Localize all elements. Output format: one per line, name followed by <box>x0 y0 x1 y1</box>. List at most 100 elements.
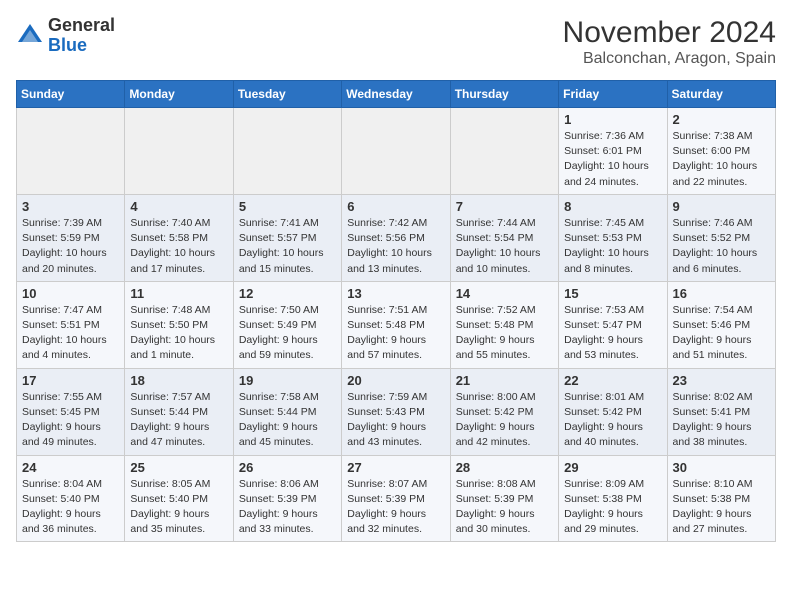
calendar-cell: 2 Sunrise: 7:38 AMSunset: 6:00 PMDaylight… <box>667 108 775 195</box>
calendar-cell: 25 Sunrise: 8:05 AMSunset: 5:40 PMDayligh… <box>125 455 233 542</box>
day-info: Sunrise: 8:10 AMSunset: 5:38 PMDaylight:… <box>673 477 770 538</box>
calendar-cell: 30 Sunrise: 8:10 AMSunset: 5:38 PMDayligh… <box>667 455 775 542</box>
calendar-cell: 13 Sunrise: 7:51 AMSunset: 5:48 PMDayligh… <box>342 281 450 368</box>
day-number: 15 <box>564 286 661 301</box>
calendar-cell: 23Sunrise: 8:02 AMSunset: 5:41 PMDayligh… <box>667 368 775 455</box>
day-number: 19 <box>239 373 336 388</box>
calendar-week-row: 10 Sunrise: 7:47 AMSunset: 5:51 PMDayligh… <box>17 281 776 368</box>
day-number: 16 <box>673 286 770 301</box>
calendar-cell: 11Sunrise: 7:48 AMSunset: 5:50 PMDayligh… <box>125 281 233 368</box>
day-info: Sunrise: 7:46 AMSunset: 5:52 PMDaylight:… <box>673 216 770 277</box>
day-info: Sunrise: 8:09 AMSunset: 5:38 PMDaylight:… <box>564 477 661 538</box>
day-number: 5 <box>239 199 336 214</box>
calendar-cell: 7Sunrise: 7:44 AMSunset: 5:54 PMDaylight… <box>450 194 558 281</box>
calendar-cell <box>17 108 125 195</box>
calendar-cell: 24Sunrise: 8:04 AMSunset: 5:40 PMDayligh… <box>17 455 125 542</box>
calendar-header: SundayMondayTuesdayWednesdayThursdayFrid… <box>17 81 776 108</box>
day-info: Sunrise: 7:45 AMSunset: 5:53 PMDaylight:… <box>564 216 661 277</box>
day-number: 28 <box>456 460 553 475</box>
logo-text: General Blue <box>48 16 115 56</box>
day-number: 11 <box>130 286 227 301</box>
calendar-cell: 6 Sunrise: 7:42 AMSunset: 5:56 PMDaylight… <box>342 194 450 281</box>
day-number: 6 <box>347 199 444 214</box>
day-info: Sunrise: 7:59 AMSunset: 5:43 PMDaylight:… <box>347 390 444 451</box>
day-number: 17 <box>22 373 119 388</box>
day-number: 3 <box>22 199 119 214</box>
day-number: 21 <box>456 373 553 388</box>
weekday-header: Tuesday <box>233 81 341 108</box>
calendar-cell: 27 Sunrise: 8:07 AMSunset: 5:39 PMDayligh… <box>342 455 450 542</box>
day-number: 7 <box>456 199 553 214</box>
calendar-week-row: 3 Sunrise: 7:39 AMSunset: 5:59 PMDaylight… <box>17 194 776 281</box>
day-number: 9 <box>673 199 770 214</box>
day-info: Sunrise: 7:57 AMSunset: 5:44 PMDaylight:… <box>130 390 227 451</box>
day-info: Sunrise: 8:07 AMSunset: 5:39 PMDaylight:… <box>347 477 444 538</box>
calendar-cell: 8Sunrise: 7:45 AMSunset: 5:53 PMDaylight… <box>559 194 667 281</box>
calendar-cell: 20 Sunrise: 7:59 AMSunset: 5:43 PMDayligh… <box>342 368 450 455</box>
day-number: 18 <box>130 373 227 388</box>
day-number: 12 <box>239 286 336 301</box>
calendar-week-row: 17 Sunrise: 7:55 AMSunset: 5:45 PMDayligh… <box>17 368 776 455</box>
day-number: 20 <box>347 373 444 388</box>
calendar-cell: 29 Sunrise: 8:09 AMSunset: 5:38 PMDayligh… <box>559 455 667 542</box>
month-title: November 2024 <box>563 16 776 50</box>
calendar-cell: 19 Sunrise: 7:58 AMSunset: 5:44 PMDayligh… <box>233 368 341 455</box>
weekday-header: Thursday <box>450 81 558 108</box>
day-info: Sunrise: 8:08 AMSunset: 5:39 PMDaylight:… <box>456 477 553 538</box>
calendar-cell: 1Sunrise: 7:36 AMSunset: 6:01 PMDaylight… <box>559 108 667 195</box>
day-info: Sunrise: 7:55 AMSunset: 5:45 PMDaylight:… <box>22 390 119 451</box>
day-info: Sunrise: 7:41 AMSunset: 5:57 PMDaylight:… <box>239 216 336 277</box>
page-header: General Blue November 2024 Balconchan, A… <box>16 16 776 68</box>
weekday-header: Friday <box>559 81 667 108</box>
calendar-cell: 3 Sunrise: 7:39 AMSunset: 5:59 PMDaylight… <box>17 194 125 281</box>
day-info: Sunrise: 7:38 AMSunset: 6:00 PMDaylight:… <box>673 129 770 190</box>
calendar-cell: 18 Sunrise: 7:57 AMSunset: 5:44 PMDayligh… <box>125 368 233 455</box>
calendar-cell <box>125 108 233 195</box>
day-number: 27 <box>347 460 444 475</box>
day-info: Sunrise: 7:47 AMSunset: 5:51 PMDaylight:… <box>22 303 119 364</box>
calendar-cell <box>233 108 341 195</box>
day-number: 10 <box>22 286 119 301</box>
weekday-header: Monday <box>125 81 233 108</box>
calendar-cell: 22Sunrise: 8:01 AMSunset: 5:42 PMDayligh… <box>559 368 667 455</box>
calendar-cell <box>450 108 558 195</box>
calendar-cell <box>342 108 450 195</box>
weekday-row: SundayMondayTuesdayWednesdayThursdayFrid… <box>17 81 776 108</box>
calendar-cell: 17 Sunrise: 7:55 AMSunset: 5:45 PMDayligh… <box>17 368 125 455</box>
day-number: 26 <box>239 460 336 475</box>
day-info: Sunrise: 7:53 AMSunset: 5:47 PMDaylight:… <box>564 303 661 364</box>
day-info: Sunrise: 7:58 AMSunset: 5:44 PMDaylight:… <box>239 390 336 451</box>
location: Balconchan, Aragon, Spain <box>563 50 776 68</box>
calendar-cell: 5 Sunrise: 7:41 AMSunset: 5:57 PMDaylight… <box>233 194 341 281</box>
day-info: Sunrise: 7:50 AMSunset: 5:49 PMDaylight:… <box>239 303 336 364</box>
day-number: 13 <box>347 286 444 301</box>
day-info: Sunrise: 8:02 AMSunset: 5:41 PMDaylight:… <box>673 390 770 451</box>
day-info: Sunrise: 8:06 AMSunset: 5:39 PMDaylight:… <box>239 477 336 538</box>
calendar-cell: 26 Sunrise: 8:06 AMSunset: 5:39 PMDayligh… <box>233 455 341 542</box>
day-number: 14 <box>456 286 553 301</box>
calendar-week-row: 24Sunrise: 8:04 AMSunset: 5:40 PMDayligh… <box>17 455 776 542</box>
day-number: 2 <box>673 112 770 127</box>
day-number: 4 <box>130 199 227 214</box>
day-number: 29 <box>564 460 661 475</box>
day-number: 25 <box>130 460 227 475</box>
day-info: Sunrise: 7:51 AMSunset: 5:48 PMDaylight:… <box>347 303 444 364</box>
day-info: Sunrise: 7:36 AMSunset: 6:01 PMDaylight:… <box>564 129 661 190</box>
calendar-cell: 14Sunrise: 7:52 AMSunset: 5:48 PMDayligh… <box>450 281 558 368</box>
day-info: Sunrise: 7:42 AMSunset: 5:56 PMDaylight:… <box>347 216 444 277</box>
calendar-cell: 12 Sunrise: 7:50 AMSunset: 5:49 PMDayligh… <box>233 281 341 368</box>
day-info: Sunrise: 8:05 AMSunset: 5:40 PMDaylight:… <box>130 477 227 538</box>
logo-icon <box>16 22 44 50</box>
day-number: 30 <box>673 460 770 475</box>
calendar-cell: 10 Sunrise: 7:47 AMSunset: 5:51 PMDayligh… <box>17 281 125 368</box>
calendar-cell: 4 Sunrise: 7:40 AMSunset: 5:58 PMDaylight… <box>125 194 233 281</box>
day-info: Sunrise: 7:54 AMSunset: 5:46 PMDaylight:… <box>673 303 770 364</box>
calendar-cell: 28 Sunrise: 8:08 AMSunset: 5:39 PMDayligh… <box>450 455 558 542</box>
day-info: Sunrise: 8:01 AMSunset: 5:42 PMDaylight:… <box>564 390 661 451</box>
day-info: Sunrise: 7:39 AMSunset: 5:59 PMDaylight:… <box>22 216 119 277</box>
calendar: SundayMondayTuesdayWednesdayThursdayFrid… <box>16 80 776 542</box>
day-info: Sunrise: 7:40 AMSunset: 5:58 PMDaylight:… <box>130 216 227 277</box>
weekday-header: Sunday <box>17 81 125 108</box>
day-info: Sunrise: 8:00 AMSunset: 5:42 PMDaylight:… <box>456 390 553 451</box>
logo: General Blue <box>16 16 115 56</box>
